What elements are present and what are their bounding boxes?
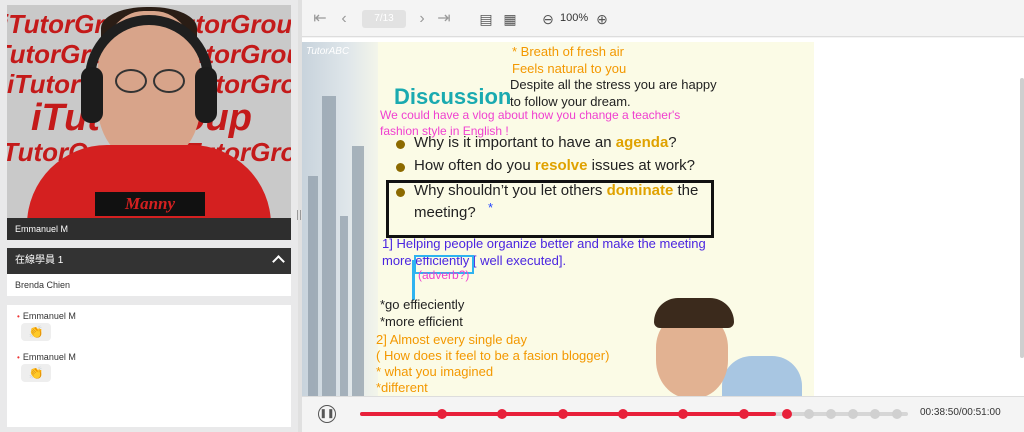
online-students-header[interactable]: 在線學員 1: [7, 248, 291, 274]
chat-sender: • Emmanuel M: [17, 311, 76, 321]
slide: TutorABC * Breath of fresh air Feels nat…: [302, 42, 814, 396]
prev-page-icon[interactable]: ‹: [336, 10, 352, 28]
progress-marker[interactable]: [892, 409, 903, 419]
progress-track[interactable]: [360, 409, 908, 419]
annotation: 2] Almost every single day: [376, 332, 528, 347]
document-pane: ⇤ ‹ 7/13 › ⇥ ▤ ▦ ⊖ 100% ⊕ TutorABC * Bre…: [302, 0, 1024, 432]
annotation: 1] Helping people organize better and ma…: [382, 236, 706, 251]
last-page-icon[interactable]: ⇥: [436, 10, 452, 28]
chat-message: 👏: [21, 323, 51, 341]
discussion-question: Why shouldn’t you let others dominate th…: [414, 182, 699, 199]
annotation: *different: [376, 380, 428, 395]
progress-marker[interactable]: [437, 409, 448, 419]
annotation: *go effieciently: [380, 297, 465, 312]
zoom-out-icon[interactable]: ⊖: [540, 10, 556, 28]
headphone-ear-right: [195, 67, 217, 123]
progress-marker[interactable]: [782, 409, 793, 419]
zoom-level: 100%: [560, 12, 589, 24]
annotation: (adverb?): [418, 268, 470, 282]
annotation: * Breath of fresh air: [512, 44, 624, 59]
chat-sender: • Emmanuel M: [17, 352, 76, 362]
pause-button[interactable]: ❚❚: [318, 405, 336, 423]
annotation: more efficiently [ well executed].: [382, 253, 567, 268]
slide-title: Discussion: [394, 84, 512, 109]
chat-panel: • Emmanuel M 👏 • Emmanuel M 👏: [7, 305, 291, 427]
scrollbar[interactable]: [1020, 78, 1024, 358]
headphone-ear-left: [81, 67, 103, 123]
time-display: 00:38:50/00:51:00: [920, 407, 1001, 418]
app-root: iTutorGroup iTutorGroup iTutorGroup iTut…: [0, 0, 1024, 432]
bullet-icon: [396, 163, 405, 172]
progress-marker[interactable]: [848, 409, 859, 419]
playback-bar: ❚❚ 00:38:50/00:51:00: [302, 396, 1024, 432]
brand-logo: TutorABC: [306, 46, 350, 57]
discussion-question: How often do you resolve issues at work?: [414, 157, 696, 174]
page-indicator[interactable]: 7/13: [362, 10, 406, 28]
progress-marker[interactable]: [870, 409, 881, 419]
nameplate: Manny: [95, 192, 205, 216]
progress-marker[interactable]: [826, 409, 837, 419]
presenter-name: Emmanuel M: [7, 218, 291, 240]
city-background: TutorABC: [302, 42, 378, 396]
annotation: Feels natural to you: [512, 61, 627, 76]
chevron-up-icon[interactable]: [272, 255, 285, 268]
left-panel: iTutorGroup iTutorGroup iTutorGroup iTut…: [0, 0, 298, 432]
zoom-in-icon[interactable]: ⊕: [594, 10, 610, 28]
document-icon[interactable]: ▤: [478, 10, 494, 28]
progress-marker[interactable]: [804, 409, 815, 419]
glasses-left: [115, 69, 147, 93]
bullet-icon: [396, 140, 405, 149]
page-margin: [814, 42, 1024, 396]
next-page-icon[interactable]: ›: [414, 10, 430, 28]
online-students-title: 在線學員 1: [15, 255, 64, 266]
annotation: Despite all the stress you are happy: [510, 77, 717, 92]
doc-toolbar: ⇤ ‹ 7/13 › ⇥ ▤ ▦ ⊖ 100% ⊕: [302, 0, 1024, 37]
progress-marker[interactable]: [738, 409, 749, 419]
progress-marker[interactable]: [497, 409, 508, 419]
progress-marker[interactable]: [557, 409, 568, 419]
progress-marker[interactable]: [678, 409, 689, 419]
online-student-item: Brenda Chien: [7, 274, 291, 296]
annotation: *more efficient: [380, 314, 463, 329]
glasses-right: [153, 69, 185, 93]
annotation: * what you imagined: [376, 364, 494, 379]
chat-message: 👏: [21, 364, 51, 382]
annotation-line: [412, 260, 415, 300]
bullet-icon: [396, 188, 405, 197]
annotation: *: [488, 200, 494, 215]
slide-photo: [622, 298, 802, 396]
progress-marker[interactable]: [618, 409, 629, 419]
progress-fill: [360, 412, 777, 416]
resize-grip-icon[interactable]: [297, 210, 301, 220]
document-viewer[interactable]: TutorABC * Breath of fresh air Feels nat…: [302, 38, 1024, 396]
annotation: We could have a vlog about how you chang…: [380, 108, 681, 122]
document-list-icon[interactable]: ▦: [502, 10, 518, 28]
discussion-question-cont: meeting?: [414, 204, 476, 221]
first-page-icon[interactable]: ⇤: [312, 10, 328, 28]
annotation: ( How does it feel to be a fasion blogge…: [376, 348, 610, 363]
video-feed: iTutorGroup iTutorGroup iTutorGroup iTut…: [7, 5, 291, 218]
annotation: to follow your dream.: [510, 94, 631, 109]
discussion-question: Why is it important to have an agenda?: [414, 134, 677, 151]
